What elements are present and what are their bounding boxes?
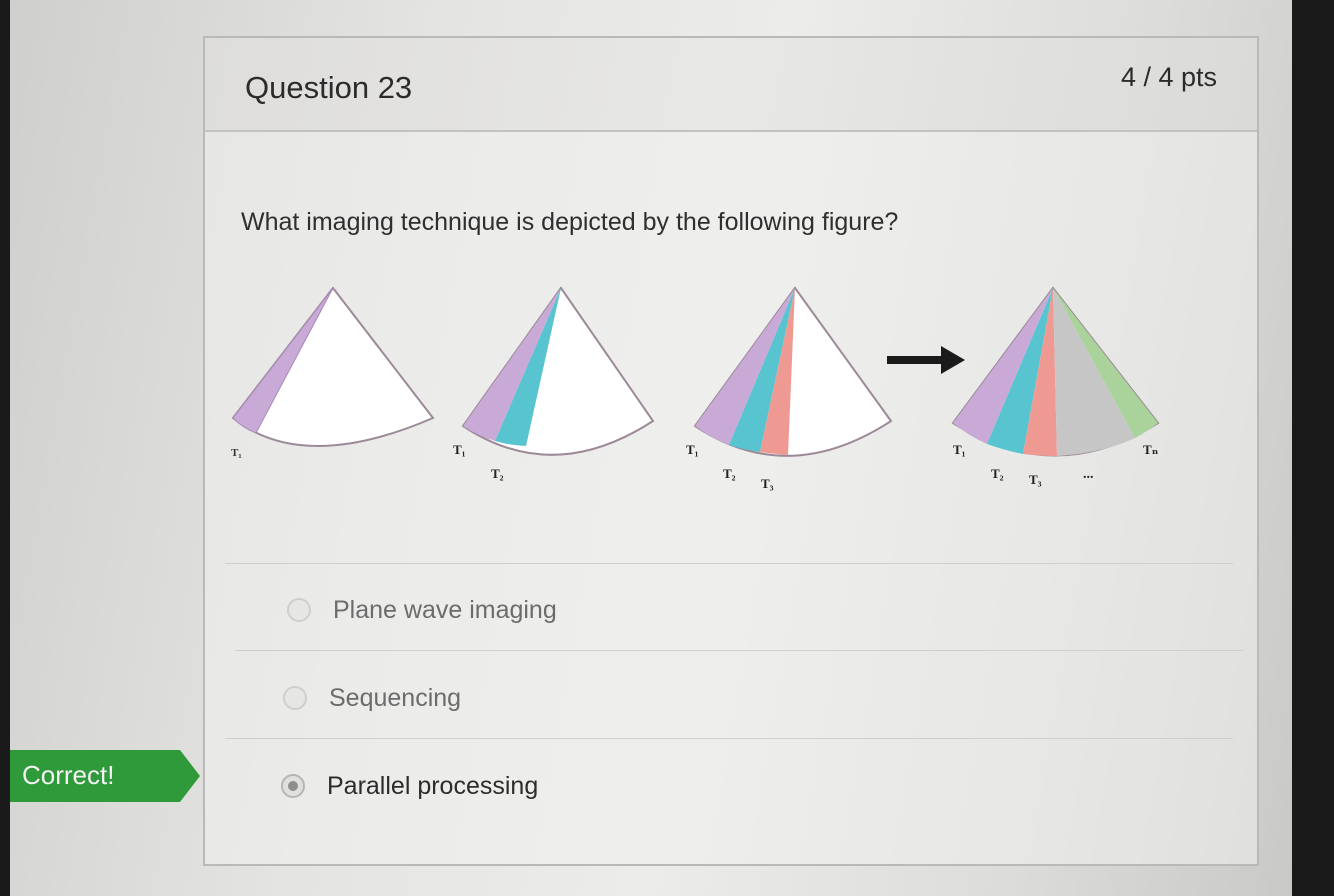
fan-3-label-t2: T₂	[723, 466, 736, 481]
question-text: What imaging technique is depicted by th…	[241, 208, 899, 236]
fan-4-label-ellipsis: ...	[1083, 467, 1094, 482]
answer-option-1[interactable]: Plane wave imaging	[287, 590, 557, 630]
answer-label-2: Sequencing	[329, 683, 462, 712]
fan-4-label-t2: T₂	[991, 466, 1004, 481]
answer-label-1: Plane wave imaging	[333, 595, 557, 624]
arrow-icon	[887, 346, 965, 374]
question-card: Question 23 4 / 4 pts What imaging techn…	[203, 36, 1259, 866]
question-title: Question 23	[245, 70, 413, 105]
fan-4: T₁ T₂ T₃ ... Tₙ	[951, 286, 1160, 487]
answer-radio-1[interactable]	[287, 598, 311, 622]
answer-option-3[interactable]: Parallel processing	[281, 766, 538, 806]
answers-divider-top	[225, 563, 1233, 564]
correct-feedback-label: Correct!	[22, 760, 115, 790]
question-points: 4 / 4 pts	[1120, 62, 1217, 92]
fan-1: T₁	[231, 286, 435, 459]
question-header: Question 23 4 / 4 pts	[205, 38, 1257, 132]
fan-4-label-t1: T₁	[953, 442, 966, 457]
question-figure: T₁ T₁ T₂ T₁ T₂ T₃ T₁ T₂ T₃ ... Tₙ	[231, 286, 1160, 491]
fan-3-label-t3: T₃	[761, 476, 774, 491]
correct-feedback-badge: Correct!	[10, 750, 200, 802]
answers-divider-2	[225, 738, 1233, 739]
answer-radio-2[interactable]	[283, 686, 307, 710]
answers-divider-1	[235, 650, 1243, 651]
fan-4-label-tn: Tₙ	[1143, 442, 1159, 457]
fan-2: T₁ T₂	[453, 286, 655, 481]
fan-3: T₁ T₂ T₃	[686, 286, 893, 491]
screen: Question 23 4 / 4 pts What imaging techn…	[10, 0, 1292, 896]
answer-option-2[interactable]: Sequencing	[283, 678, 461, 718]
answer-radio-3[interactable]	[281, 774, 305, 798]
fan-1-label-t1: T₁	[231, 447, 242, 459]
fan-2-label-t1: T₁	[453, 442, 466, 457]
fan-3-label-t1: T₁	[686, 442, 699, 457]
fan-2-label-t2: T₂	[491, 466, 504, 481]
answer-label-3: Parallel processing	[327, 771, 539, 800]
fan-4-label-t3: T₃	[1029, 472, 1042, 487]
